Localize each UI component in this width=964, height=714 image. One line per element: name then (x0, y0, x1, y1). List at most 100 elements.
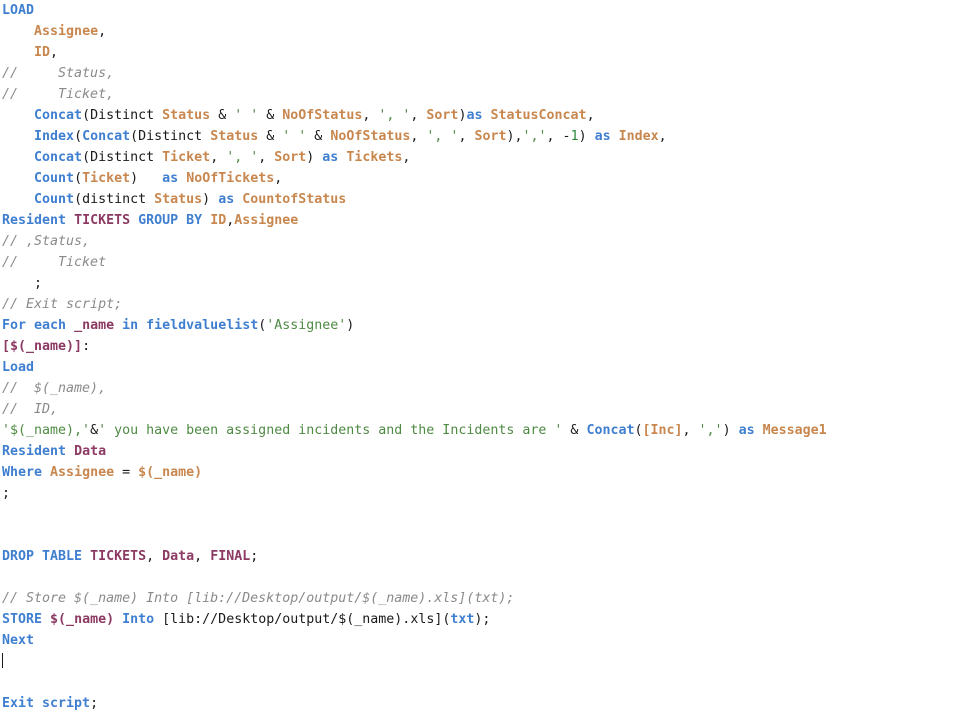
code-line[interactable]: Assignee, (0, 21, 964, 42)
code-token: LOAD (2, 3, 35, 18)
code-area[interactable]: LOAD Assignee, ID, // Status, // Ticket, C… (0, 0, 964, 714)
code-line[interactable]: Next (0, 630, 964, 651)
code-line[interactable]: Concat(Distinct Ticket, ', ', Sort) as T… (0, 147, 964, 168)
code-token: as (218, 192, 235, 207)
code-line[interactable]: Count(Ticket) as NoOfTickets, (0, 168, 964, 189)
code-token: Concat (586, 423, 635, 438)
code-token: , (458, 129, 475, 144)
code-token: as (594, 129, 611, 144)
code-line[interactable]: ; (0, 483, 964, 504)
code-line[interactable]: // ID, (0, 399, 964, 420)
code-token: DROP TABLE (2, 549, 83, 564)
code-token: , (274, 171, 283, 186)
code-line[interactable]: Index(Concat(Distinct Status & ' ' & NoO… (0, 126, 964, 147)
code-token: Count (34, 171, 75, 186)
code-line[interactable]: Resident Data (0, 441, 964, 462)
code-line[interactable]: // $(_name), (0, 378, 964, 399)
code-token: as (738, 423, 755, 438)
code-token: as (466, 108, 483, 123)
code-token: as (162, 171, 179, 186)
code-token: Next (2, 633, 35, 648)
code-line[interactable]: STORE $(_name) Into [lib://Desktop/outpu… (0, 609, 964, 630)
code-token: // $(_name), (2, 381, 107, 396)
code-token: & (210, 108, 235, 123)
code-token: // Status, (2, 66, 115, 81)
code-token: = (114, 465, 139, 480)
code-token: ; (2, 486, 11, 501)
code-token: '$(_name),' (2, 423, 91, 438)
code-line[interactable] (0, 651, 964, 672)
code-token: Data (74, 444, 107, 459)
code-token: Where (2, 465, 43, 480)
code-line[interactable]: LOAD (0, 0, 964, 21)
code-line[interactable]: // Exit script; (0, 294, 964, 315)
code-token: // Ticket (2, 255, 107, 270)
code-token: Ticket (162, 150, 211, 165)
code-token: in (122, 318, 139, 333)
code-token: [lib://Desktop/output/$(_name).xls]( (154, 612, 451, 627)
code-token: ', ' (378, 108, 411, 123)
code-line[interactable] (0, 672, 964, 693)
code-token: CountofStatus (242, 192, 347, 207)
code-token: Ticket (82, 171, 131, 186)
code-line[interactable]: Exit script; (0, 693, 964, 714)
code-token: Count (34, 192, 75, 207)
code-line[interactable]: // Store $(_name) Into [lib://Desktop/ou… (0, 588, 964, 609)
code-line[interactable]: Resident TICKETS GROUP BY ID,Assignee (0, 210, 964, 231)
code-line[interactable]: Where Assignee = $(_name) (0, 462, 964, 483)
code-token: Resident (2, 444, 67, 459)
code-token: // ID, (2, 402, 59, 417)
code-line[interactable]: '$(_name),'&' you have been assigned inc… (0, 420, 964, 441)
code-token: ) (722, 423, 739, 438)
code-line[interactable]: // Ticket, (0, 84, 964, 105)
code-line[interactable]: ID, (0, 42, 964, 63)
code-token: NoOfTickets (186, 171, 275, 186)
code-token: 1 (570, 129, 579, 144)
script-editor[interactable]: LOAD Assignee, ID, // Status, // Ticket, C… (0, 0, 964, 711)
code-token: ', ' (226, 150, 259, 165)
code-token: Assignee (34, 24, 99, 39)
code-line[interactable]: Concat(Distinct Status & ' ' & NoOfStatu… (0, 105, 964, 126)
code-token: ), (506, 129, 523, 144)
code-token: , (210, 150, 227, 165)
code-token: ; (90, 696, 99, 711)
code-line[interactable]: For each _name in fieldvaluelist('Assign… (0, 315, 964, 336)
code-token: , - (546, 129, 571, 144)
code-token: For each (2, 318, 67, 333)
code-token: , (50, 45, 59, 60)
code-token: Into (122, 612, 155, 627)
code-line[interactable]: ; (0, 273, 964, 294)
code-token: Status (154, 192, 203, 207)
code-token: StatusConcat (490, 108, 587, 123)
code-token: , (98, 24, 107, 39)
code-token: ' you have been assigned incidents and t… (98, 423, 563, 438)
code-token: & (90, 423, 99, 438)
code-line[interactable] (0, 504, 964, 525)
code-token: ) (202, 192, 219, 207)
code-line[interactable]: // Ticket (0, 252, 964, 273)
code-token: STORE (2, 612, 43, 627)
code-token: Message1 (762, 423, 827, 438)
code-token: TICKETS (90, 549, 147, 564)
code-line[interactable]: DROP TABLE TICKETS, Data, FINAL; (0, 546, 964, 567)
code-line[interactable]: // Status, (0, 63, 964, 84)
code-token: ) (130, 171, 163, 186)
code-line[interactable]: Load (0, 357, 964, 378)
code-line[interactable]: [$(_name)]: (0, 336, 964, 357)
code-line[interactable] (0, 525, 964, 546)
code-line[interactable]: Count(distinct Status) as CountofStatus (0, 189, 964, 210)
code-line[interactable]: // ,Status, (0, 231, 964, 252)
code-line[interactable] (0, 567, 964, 588)
code-token: ( (634, 423, 643, 438)
code-token: Sort (474, 129, 507, 144)
code-token: txt (450, 612, 475, 627)
